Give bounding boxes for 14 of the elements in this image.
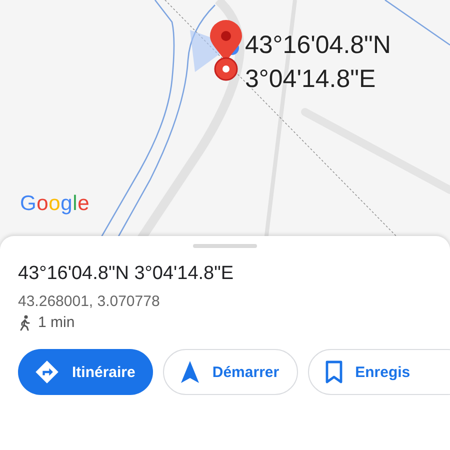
navigation-arrow-icon [180, 360, 200, 384]
decimal-coordinates: 43.268001, 3.070778 [18, 293, 161, 310]
place-title: 43°16'04.8"N 3°04'14.8"E [18, 263, 235, 285]
directions-button[interactable]: Itinéraire [18, 349, 154, 395]
drag-handle[interactable] [193, 244, 257, 248]
walking-person-icon [18, 314, 32, 330]
directions-icon [34, 359, 60, 385]
bookmark-icon [325, 360, 344, 384]
save-button[interactable]: Enregis [308, 349, 450, 395]
pin-label: 43°16'04.8"N [245, 30, 391, 60]
walk-time: 1 min [38, 314, 75, 331]
start-button[interactable]: Démarrer [163, 349, 298, 395]
map-logo: Google [20, 192, 90, 216]
pin-label: 3°04'14.8"E [245, 64, 377, 94]
